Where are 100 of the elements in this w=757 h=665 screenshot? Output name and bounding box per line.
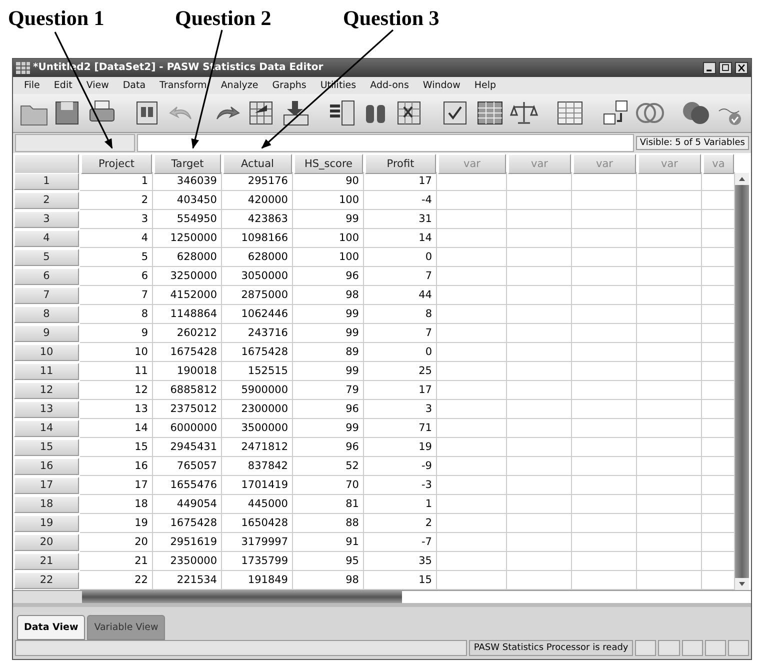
close-button[interactable] [735,62,748,74]
row-header[interactable]: 19 [14,514,79,532]
row-header[interactable]: 12 [14,382,79,399]
table-cell: 96 [293,438,364,457]
grid-icon[interactable] [555,99,585,128]
empty-cell [507,266,572,286]
table-icon[interactable] [475,99,505,128]
row-header[interactable]: 7 [14,286,79,304]
empty-cell [507,476,572,495]
empty-cell [637,494,702,514]
row-header[interactable]: 16 [14,458,79,475]
column-header[interactable]: HS_score [294,154,363,174]
table-cell: 7 [80,286,153,305]
row-header[interactable]: 15 [14,438,79,456]
row-header[interactable]: 6 [14,268,79,285]
download-table-icon[interactable] [281,99,311,128]
table-cell: 3 [364,400,437,419]
menu-item[interactable]: Edit [46,80,80,92]
row-header[interactable]: 22 [14,572,79,589]
menu-item[interactable]: View [79,80,116,92]
empty-cell [507,172,572,191]
table-cell: 243716 [222,324,293,343]
column-header[interactable]: Profit [365,154,436,174]
table-cell: 2875000 [222,286,293,305]
row-header[interactable]: 17 [14,476,79,494]
column-header[interactable]: Target [154,154,221,174]
table-cell: -4 [364,190,437,210]
table-cell: 1250000 [153,228,222,248]
row-header[interactable]: 4 [14,230,79,247]
row-header[interactable]: 13 [14,400,79,418]
minimize-button[interactable] [703,62,716,74]
empty-cell [507,380,572,400]
list-grid-icon[interactable] [327,99,357,128]
empty-cell [637,400,702,419]
empty-cell [572,286,637,305]
table-cell: 100 [293,228,364,248]
row-header[interactable]: 21 [14,552,79,570]
table-cell: 1062446 [222,304,293,324]
table-cell: 99 [293,304,364,324]
table-cell: 70 [293,476,364,495]
row-header[interactable]: 2 [14,192,79,209]
table-cell: 3050000 [222,266,293,286]
table-cell: 16 [80,456,153,476]
scrollbar-thumb[interactable] [82,590,402,604]
empty-cell [572,304,637,324]
cell-value-field[interactable] [137,134,634,152]
menu-item[interactable]: Transform [152,80,214,92]
column-header[interactable]: Project [81,154,152,174]
table-cell: 12 [80,380,153,400]
table-cell: 13 [80,400,153,419]
view-tab[interactable]: Variable View [87,614,166,640]
table-cell: 2951619 [153,532,222,552]
row-header[interactable]: 10 [14,344,79,361]
empty-cell [437,418,507,438]
table-cell: 6 [80,266,153,286]
horizontal-scrollbar[interactable] [13,590,751,604]
empty-cell [507,418,572,438]
menu-item[interactable]: Data [116,80,153,92]
annotation-label: Question 3 [343,6,440,31]
empty-cell [637,266,702,286]
row-header[interactable]: 3 [14,210,79,228]
empty-cell [572,342,637,362]
table-cell: -7 [364,532,437,552]
table-cell: 1701419 [222,476,293,495]
table-cell: 25 [364,362,437,381]
empty-cell [437,266,507,286]
maximize-button[interactable] [719,62,732,74]
menu-item[interactable]: File [17,80,47,92]
row-header[interactable]: 9 [14,324,79,342]
empty-cell [437,210,507,229]
row-header[interactable]: 14 [14,420,79,437]
menu-item[interactable]: Help [467,80,504,92]
menu-item[interactable]: Analyze [214,80,266,92]
table-cell: 11 [80,362,153,381]
table-cell: 1 [364,494,437,514]
table-cell: 4152000 [153,286,222,305]
table-cell: 2 [364,514,437,533]
table-cell: 1675428 [153,514,222,533]
table-cell: 52 [293,456,364,476]
row-header[interactable]: 20 [14,534,79,551]
empty-cell [437,228,507,248]
menu-item[interactable]: Add-ons [363,80,416,92]
empty-cell [437,552,507,571]
menu-item[interactable]: Graphs [265,80,314,92]
row-header[interactable]: 5 [14,248,79,266]
row-header[interactable]: 18 [14,496,79,513]
column-header[interactable]: Actual [223,154,292,174]
table-cell: 295176 [222,172,293,191]
view-tab[interactable]: Data View [17,614,86,640]
status-panel [658,640,680,656]
menu-item[interactable]: Window [416,80,468,92]
visible-variables-label: Visible: 5 of 5 Variables [636,136,749,150]
row-header[interactable]: 11 [14,362,79,380]
empty-cell [437,400,507,419]
empty-cell [572,324,637,343]
cell-name-field[interactable] [15,134,135,152]
row-header[interactable]: 8 [14,306,79,323]
empty-cell [572,456,637,476]
empty-cell [437,324,507,343]
row-header[interactable]: 1 [14,172,79,190]
